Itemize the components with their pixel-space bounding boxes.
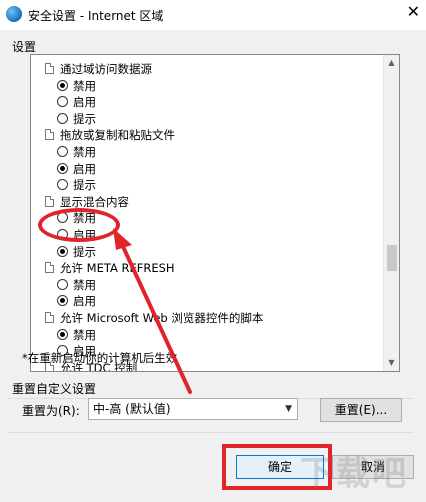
watermark-logo: 下载吧	[300, 454, 408, 494]
scroll-thumb[interactable]	[387, 245, 397, 271]
reset-to-label: 重置为(R):	[22, 404, 80, 418]
tree-item-label: 启用	[73, 95, 96, 110]
chevron-down-icon[interactable]: ▼	[285, 399, 292, 419]
tree-item-label: 提示	[73, 244, 96, 259]
bottom-divider	[8, 432, 414, 433]
reset-level-value: 中-高 (默认值)	[93, 402, 171, 416]
tree-item-label: 允许 META REFRESH	[60, 261, 175, 276]
radio-option[interactable]: 提示	[57, 177, 96, 193]
annotation-ellipse	[38, 208, 120, 242]
tree-item-label: 提示	[73, 111, 96, 126]
reset-level-select[interactable]: 中-高 (默认值) ▼	[88, 398, 298, 420]
scroll-up-icon[interactable]: ▲	[384, 55, 399, 71]
tree-item-label: 启用	[73, 294, 96, 309]
dialog-body: 设置 通过域访问数据源 禁用 启用 提示 拖放或复制和粘贴文件 禁用 启用 提示 显示混合内容禁…	[0, 30, 426, 502]
settings-label: 设置	[12, 40, 37, 54]
radio-option[interactable]: 启用	[57, 293, 96, 309]
tree-group-heading: 允许 META REFRESH	[45, 260, 175, 276]
radio-option[interactable]: 启用	[57, 94, 96, 110]
restart-note: *在重新启动你的计算机后生效	[22, 351, 178, 365]
radio-checked-icon[interactable]	[57, 295, 68, 307]
page-icon	[45, 129, 54, 141]
radio-checked-icon[interactable]	[57, 162, 68, 174]
radio-option[interactable]: 禁用	[57, 78, 96, 94]
page-icon	[45, 262, 54, 274]
tree-item-label: 禁用	[73, 78, 96, 93]
page-icon	[45, 312, 54, 323]
radio-unchecked-icon[interactable]	[57, 278, 68, 290]
tree-item-label: 通过域访问数据源	[60, 62, 152, 76]
close-icon[interactable]: ✕	[407, 2, 420, 21]
tree-item-label: 禁用	[73, 327, 96, 342]
title-bar: 安全设置 - Internet 区域 ✕	[0, 0, 426, 30]
reset-group-title: 重置自定义设置	[12, 382, 97, 396]
radio-unchecked-icon[interactable]	[57, 112, 68, 124]
radio-option[interactable]: 禁用	[57, 277, 96, 293]
tree-scrollbar[interactable]: ▲ ▼	[383, 55, 399, 371]
radio-unchecked-icon[interactable]	[57, 96, 68, 108]
radio-unchecked-icon[interactable]	[57, 146, 68, 157]
radio-unchecked-icon[interactable]	[57, 179, 68, 191]
scroll-down-icon[interactable]: ▼	[384, 355, 399, 371]
window-title: 安全设置 - Internet 区域	[28, 9, 164, 23]
tree-item-label: 禁用	[73, 277, 96, 292]
reset-button[interactable]: 重置(E)...	[320, 398, 402, 422]
radio-checked-icon[interactable]	[57, 245, 68, 257]
page-icon	[45, 63, 54, 74]
tree-item-label: 允许 Microsoft Web 浏览器控件的脚本	[60, 311, 264, 325]
radio-checked-icon[interactable]	[57, 328, 68, 340]
radio-option[interactable]: 提示	[57, 244, 96, 260]
tree-group-heading: 拖放或复制和粘贴文件	[45, 127, 175, 143]
tree-item-label: 提示	[73, 178, 96, 193]
radio-checked-icon[interactable]	[57, 79, 68, 91]
tree-item-label: 启用	[73, 161, 96, 176]
tree-item-label: 拖放或复制和粘贴文件	[60, 128, 175, 143]
tree-item-label: 禁用	[73, 145, 96, 159]
tree-group-heading: 通过域访问数据源	[45, 61, 152, 77]
page-icon	[45, 195, 54, 207]
radio-option[interactable]: 提示	[57, 111, 96, 127]
internet-globe-icon	[6, 6, 22, 22]
tree-group-heading: 允许 Microsoft Web 浏览器控件的脚本	[45, 310, 263, 326]
radio-option[interactable]: 启用	[57, 161, 96, 177]
tree-item-label: 显示混合内容	[60, 194, 129, 209]
radio-option[interactable]: 禁用	[57, 327, 96, 343]
radio-option[interactable]: 禁用	[57, 144, 96, 160]
